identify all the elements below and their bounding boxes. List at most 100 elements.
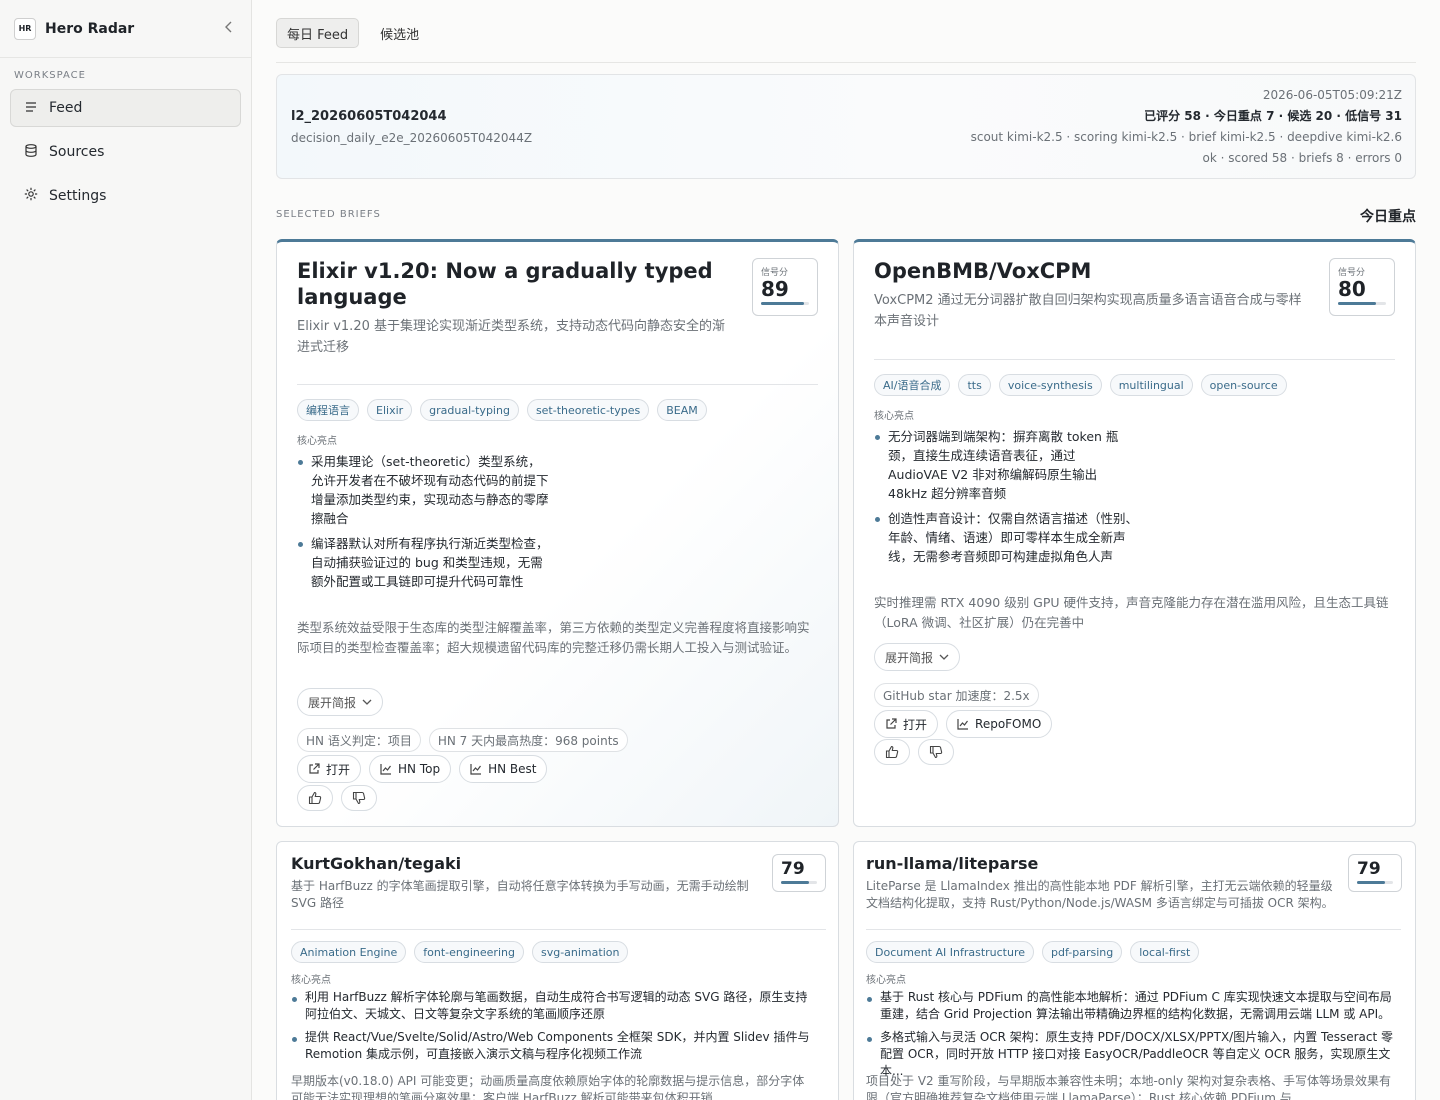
brand-logo: HR <box>14 17 36 40</box>
highlight-item: 采用集理论（set-theoretic）类型系统，允许开发者在不破坏现有动态代码… <box>297 452 551 528</box>
signal-pills: GitHub star 加速度：2.5x <box>874 683 1039 707</box>
run-timestamp: 2026-06-05T05:09:21Z <box>1262 88 1402 102</box>
link-buttons: 打开 HN Top HN Best <box>297 755 548 783</box>
signal-pills: HN 语义判定：项目 HN 7 天内最高热度：968 points <box>297 728 628 752</box>
hn-best-button[interactable]: HN Best <box>459 755 548 783</box>
signal-score: 79 <box>1348 854 1402 892</box>
brief-title: OpenBMB/VoxCPM <box>874 259 1092 283</box>
repofomo-button[interactable]: RepoFOMO <box>946 710 1053 738</box>
signal-score: 信号分 80 <box>1329 258 1395 316</box>
sidebar-item-settings[interactable]: Settings <box>10 177 241 215</box>
highlights-label: 核心亮点 <box>866 975 906 986</box>
tab-daily-feed[interactable]: 每日 Feed <box>276 18 360 48</box>
brief-title: run-llama/liteparse <box>866 854 1039 873</box>
trend-chart-icon <box>957 719 969 730</box>
button-label: 打开 <box>903 717 928 732</box>
sidebar-item-sources[interactable]: Sources <box>10 133 241 171</box>
highlights-label: 核心亮点 <box>297 436 337 447</box>
trend-chart-icon <box>470 764 482 775</box>
run-name: decision_daily_e2e_20260605T042044Z <box>291 131 533 145</box>
score-value: 80 <box>1338 277 1366 301</box>
tag-list: Animation Engine font-engineering svg-an… <box>291 941 629 963</box>
tag[interactable]: font-engineering <box>414 941 524 963</box>
hn-top-button[interactable]: HN Top <box>369 755 452 783</box>
run-summary-card: l2_20260605T042044 decision_daily_e2e_20… <box>276 74 1416 179</box>
signal-pill: GitHub star 加速度：2.5x <box>874 683 1039 707</box>
database-icon <box>23 143 39 161</box>
tag[interactable]: local-first <box>1130 941 1200 963</box>
highlight-item: 无分词器端到端架构：摒弃离散 token 瓶颈，直接生成连续语音表征，通过 Au… <box>874 427 1138 503</box>
thumbs-down-button[interactable] <box>341 785 377 811</box>
signal-pill: HN 语义判定：项目 <box>297 728 421 752</box>
brief-card: OpenBMB/VoxCPM VoxCPM2 通过无分词器扩散自回归架构实现高质… <box>853 239 1416 827</box>
tag[interactable]: open-source <box>1200 374 1287 396</box>
thumbs-up-button[interactable] <box>874 739 910 765</box>
brief-risk: 实时推理需 RTX 4090 级别 GPU 硬件支持，声音克隆能力存在潜在滥用风… <box>874 595 1389 630</box>
tag[interactable]: Animation Engine <box>291 941 407 963</box>
list-icon <box>23 101 39 116</box>
brief-card: Elixir v1.20: Now a gradually typed lang… <box>276 239 839 827</box>
tag[interactable]: Document AI Infrastructure <box>866 941 1035 963</box>
main-content: 每日 Feed 候选池 l2_20260605T042044 decision_… <box>252 0 1440 1100</box>
signal-pill: HN 7 天内最高热度：968 points <box>428 728 628 752</box>
sidebar-item-label: Sources <box>49 144 105 160</box>
run-status: ok · scored 58 · briefs 8 · errors 0 <box>1202 151 1402 165</box>
tag[interactable]: AI/语音合成 <box>874 374 951 396</box>
run-id: l2_20260605T042044 <box>291 109 447 124</box>
section-heading: 今日重点 <box>1360 209 1416 225</box>
thumbs-down-icon <box>929 745 943 759</box>
expand-brief-button[interactable]: 展开简报 <box>297 688 384 716</box>
tag[interactable]: set-theoretic-types <box>526 399 650 421</box>
highlight-item: 基于 Rust 核心与 PDFium 的高性能本地解析：通过 PDFium C … <box>866 989 1401 1023</box>
sidebar: HR Hero Radar WORKSPACE Feed Sources Set… <box>0 0 252 1100</box>
tag[interactable]: 编程语言 <box>297 399 359 421</box>
highlights-list: 基于 Rust 核心与 PDFium 的高性能本地解析：通过 PDFium C … <box>866 989 1401 1086</box>
highlights-label: 核心亮点 <box>874 411 914 422</box>
tag[interactable]: pdf-parsing <box>1042 941 1123 963</box>
tag-list: Document AI Infrastructure pdf-parsing l… <box>866 941 1200 963</box>
button-label: HN Best <box>488 762 537 776</box>
tag[interactable]: multilingual <box>1109 374 1193 396</box>
collapse-sidebar-icon[interactable] <box>221 21 237 37</box>
expand-brief-button[interactable]: 展开简报 <box>874 643 961 671</box>
score-bar <box>761 302 809 305</box>
sidebar-item-feed[interactable]: Feed <box>10 89 241 127</box>
highlights-list: 无分词器端到端架构：摒弃离散 token 瓶颈，直接生成连续语音表征，通过 Au… <box>874 427 1138 572</box>
trend-chart-icon <box>380 764 392 775</box>
brief-card: run-llama/liteparse LiteParse 是 LlamaInd… <box>853 841 1416 1100</box>
chevron-down-icon <box>939 654 949 660</box>
run-models: scout kimi-k2.5 · scoring kimi-k2.5 · br… <box>970 130 1402 144</box>
tag[interactable]: Elixir <box>367 399 413 421</box>
thumbs-up-icon <box>308 791 322 805</box>
open-button[interactable]: 打开 <box>874 710 939 738</box>
button-label: 打开 <box>326 762 351 777</box>
sidebar-item-label: Feed <box>49 100 83 116</box>
score-value: 89 <box>761 277 789 301</box>
tag[interactable]: voice-synthesis <box>998 374 1102 396</box>
tab-candidate-pool[interactable]: 候选池 <box>369 18 430 48</box>
divider <box>291 929 826 930</box>
tag[interactable]: svg-animation <box>531 941 629 963</box>
gear-icon <box>23 187 39 205</box>
highlights-list: 利用 HarfBuzz 解析字体轮廓与笔画数据，自动生成符合书写逻辑的动态 SV… <box>291 989 816 1069</box>
brief-risk: 早期版本(v0.18.0) API 可能变更；动画质量高度依赖原始字体的轮廓数据… <box>291 1074 805 1100</box>
open-button[interactable]: 打开 <box>297 755 362 783</box>
brief-summary: LiteParse 是 LlamaIndex 推出的高性能本地 PDF 解析引擎… <box>866 879 1334 910</box>
chevron-down-icon <box>362 699 372 705</box>
highlights-list: 采用集理论（set-theoretic）类型系统，允许开发者在不破坏现有动态代码… <box>297 452 551 597</box>
score-bar <box>1338 302 1386 305</box>
tag[interactable]: tts <box>958 374 991 396</box>
brief-risk: 项目处于 V2 重写阶段，与早期版本兼容性未明；本地-only 架构对复杂表格、… <box>866 1074 1392 1100</box>
thumbs-down-button[interactable] <box>918 739 954 765</box>
section-label: SELECTED BRIEFS <box>276 209 381 220</box>
expand-label: 展开简报 <box>885 650 934 665</box>
highlights-label: 核心亮点 <box>291 975 331 986</box>
tag[interactable]: gradual-typing <box>420 399 519 421</box>
external-link-icon <box>886 718 897 729</box>
tag[interactable]: BEAM <box>657 399 707 421</box>
signal-score: 信号分 89 <box>752 258 818 316</box>
thumbs-up-button[interactable] <box>297 785 333 811</box>
tag-list: 编程语言 Elixir gradual-typing set-theoretic… <box>297 399 707 421</box>
brief-summary: VoxCPM2 通过无分词器扩散自回归架构实现高质量多语言语音合成与零样本声音设… <box>874 293 1302 329</box>
tab-divider <box>276 62 1416 63</box>
